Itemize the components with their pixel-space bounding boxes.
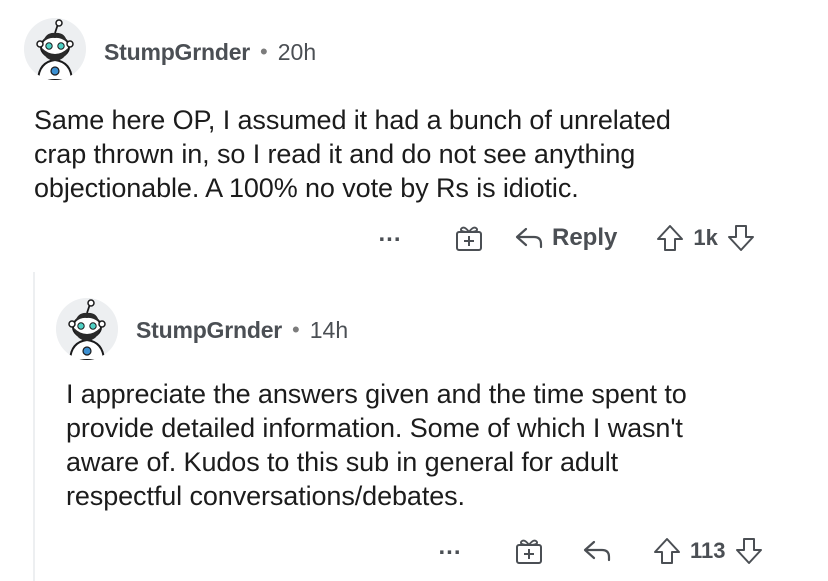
vote-count: 113 — [690, 538, 726, 563]
downvote-button[interactable] — [726, 223, 756, 253]
reply-comment: StumpGrnder • 14h I appreciate the answe… — [0, 270, 828, 581]
username-link[interactable]: StumpGrnder — [104, 38, 250, 66]
downvote-arrow-icon — [727, 225, 754, 251]
vote-controls: 113 — [652, 536, 764, 566]
user-avatar[interactable] — [56, 298, 118, 360]
reply-arrow-icon — [515, 227, 543, 249]
more-options-button[interactable]: ... — [372, 222, 408, 246]
gift-award-icon — [456, 226, 482, 251]
comment-body: I appreciate the answers given and the t… — [66, 379, 687, 511]
comment-body: Same here OP, I assumed it had a bunch o… — [34, 105, 671, 203]
snoo-avatar-icon — [24, 18, 86, 80]
gift-award-icon — [516, 539, 542, 564]
comment-actions: ... 113 — [432, 533, 764, 569]
upvote-button[interactable] — [652, 536, 682, 566]
vote-controls: 1k — [655, 223, 755, 253]
reply-label: Reply — [552, 224, 618, 251]
award-button[interactable] — [454, 223, 484, 253]
upvote-button[interactable] — [655, 223, 685, 253]
comment: StumpGrnder • 20h Same here OP, I assume… — [0, 0, 828, 270]
meta-separator: • — [260, 39, 268, 64]
downvote-arrow-icon — [735, 538, 762, 564]
meta-separator: • — [292, 317, 300, 342]
comment-timestamp[interactable]: 14h — [310, 316, 348, 344]
snoo-avatar-icon — [56, 298, 118, 360]
award-button[interactable] — [514, 536, 544, 566]
more-options-button[interactable]: ... — [432, 535, 468, 559]
upvote-arrow-icon — [654, 538, 680, 564]
comment-header: StumpGrnder • 14h — [136, 316, 348, 344]
reply-button[interactable] — [582, 538, 612, 564]
comment-header: StumpGrnder • 20h — [104, 38, 316, 66]
username-link[interactable]: StumpGrnder — [136, 316, 282, 344]
downvote-button[interactable] — [734, 536, 764, 566]
comment-actions: ... Reply 1k — [372, 220, 756, 256]
upvote-arrow-icon — [657, 225, 684, 251]
reply-arrow-icon — [583, 540, 611, 562]
comment-timestamp[interactable]: 20h — [278, 38, 316, 66]
vote-count: 1k — [693, 225, 718, 250]
reply-button[interactable]: Reply — [514, 224, 617, 252]
user-avatar[interactable] — [24, 18, 86, 80]
